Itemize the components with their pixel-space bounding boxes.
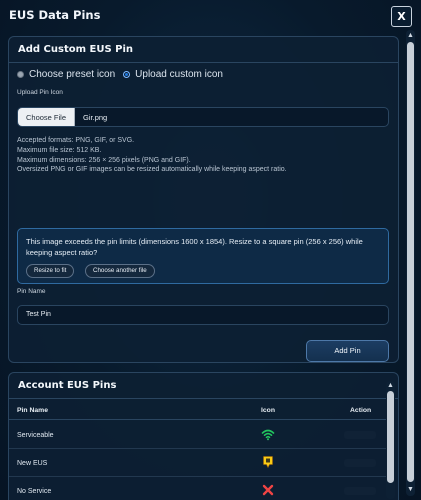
table-scrollbar-thumb[interactable] bbox=[387, 391, 394, 483]
info-line: Accepted formats: PNG, GIF, or SVG. bbox=[17, 137, 135, 144]
table-scrollbar[interactable]: ▲ bbox=[386, 381, 395, 499]
close-button[interactable]: X bbox=[391, 6, 412, 27]
column-action: Action bbox=[350, 407, 372, 414]
add-pin-button[interactable]: Add Pin bbox=[306, 340, 389, 362]
row-action-placeholder bbox=[344, 487, 376, 495]
scroll-up-icon[interactable]: ▲ bbox=[406, 31, 415, 40]
upload-pin-icon-label: Upload Pin Icon bbox=[17, 89, 63, 96]
wifi-signal-icon bbox=[261, 427, 275, 441]
table-row: No Service bbox=[9, 477, 386, 500]
column-pin-name: Pin Name bbox=[17, 407, 48, 414]
radio-upload-label[interactable]: Upload custom icon bbox=[135, 69, 223, 80]
resize-alert-text: This image exceeds the pin limits (dimen… bbox=[26, 237, 363, 257]
radio-upload[interactable] bbox=[123, 71, 131, 78]
custom-pin-panel: Add Custom EUS Pin Choose preset icon Up… bbox=[8, 36, 399, 363]
resize-to-fit-button[interactable]: Resize to fit bbox=[26, 264, 75, 278]
pin-name-cell: No Service bbox=[17, 488, 52, 495]
pin-name-cell: Serviceable bbox=[17, 432, 54, 439]
info-line: Oversized PNG or GIF images can be resiz… bbox=[17, 166, 287, 174]
yellow-pin-icon bbox=[261, 455, 275, 469]
dialog-scrollbar[interactable]: ▲ ▼ bbox=[406, 30, 415, 496]
choose-file-button[interactable]: Choose File bbox=[18, 108, 76, 126]
column-icon: Icon bbox=[261, 407, 275, 414]
pin-name-label: Pin Name bbox=[17, 288, 46, 295]
info-line: Maximum file size: 512 KB. bbox=[17, 146, 102, 154]
pins-table-header: Pin Name Icon Action bbox=[9, 400, 386, 420]
info-line: Maximum dimensions: 256 × 256 pixels (PN… bbox=[17, 156, 191, 164]
row-action-placeholder bbox=[344, 459, 376, 467]
radio-preset-label[interactable]: Choose preset icon bbox=[29, 69, 115, 80]
dialog-titlebar: EUS Data Pins X bbox=[0, 0, 421, 32]
upload-requirements: Accepted formats: PNG, GIF, or SVG. Maxi… bbox=[17, 136, 287, 175]
scroll-down-icon[interactable]: ▼ bbox=[406, 485, 415, 494]
table-scroll-up-icon[interactable]: ▲ bbox=[386, 381, 395, 390]
file-upload-input[interactable]: Choose File Gir.png bbox=[17, 107, 389, 127]
dialog-scrollbar-thumb[interactable] bbox=[407, 42, 414, 482]
pin-name-input[interactable]: Test Pin bbox=[17, 305, 389, 325]
account-pins-panel: Account EUS Pins Pin Name Icon Action Se… bbox=[8, 372, 399, 500]
icon-source-radio-group: Choose preset icon Upload custom icon bbox=[17, 69, 231, 80]
red-x-icon bbox=[261, 483, 275, 497]
account-pins-header: Account EUS Pins bbox=[9, 373, 398, 399]
selected-file-name: Gir.png bbox=[83, 112, 108, 122]
row-action-placeholder bbox=[344, 431, 376, 439]
radio-preset[interactable] bbox=[17, 71, 24, 78]
table-row: New EUS bbox=[9, 449, 386, 477]
custom-pin-header: Add Custom EUS Pin bbox=[9, 37, 398, 63]
dialog-title: EUS Data Pins bbox=[9, 7, 101, 22]
resize-alert: This image exceeds the pin limits (dimen… bbox=[17, 228, 389, 284]
choose-another-file-button[interactable]: Choose another file bbox=[85, 264, 155, 278]
table-row: Serviceable bbox=[9, 421, 386, 449]
pin-name-cell: New EUS bbox=[17, 460, 48, 467]
